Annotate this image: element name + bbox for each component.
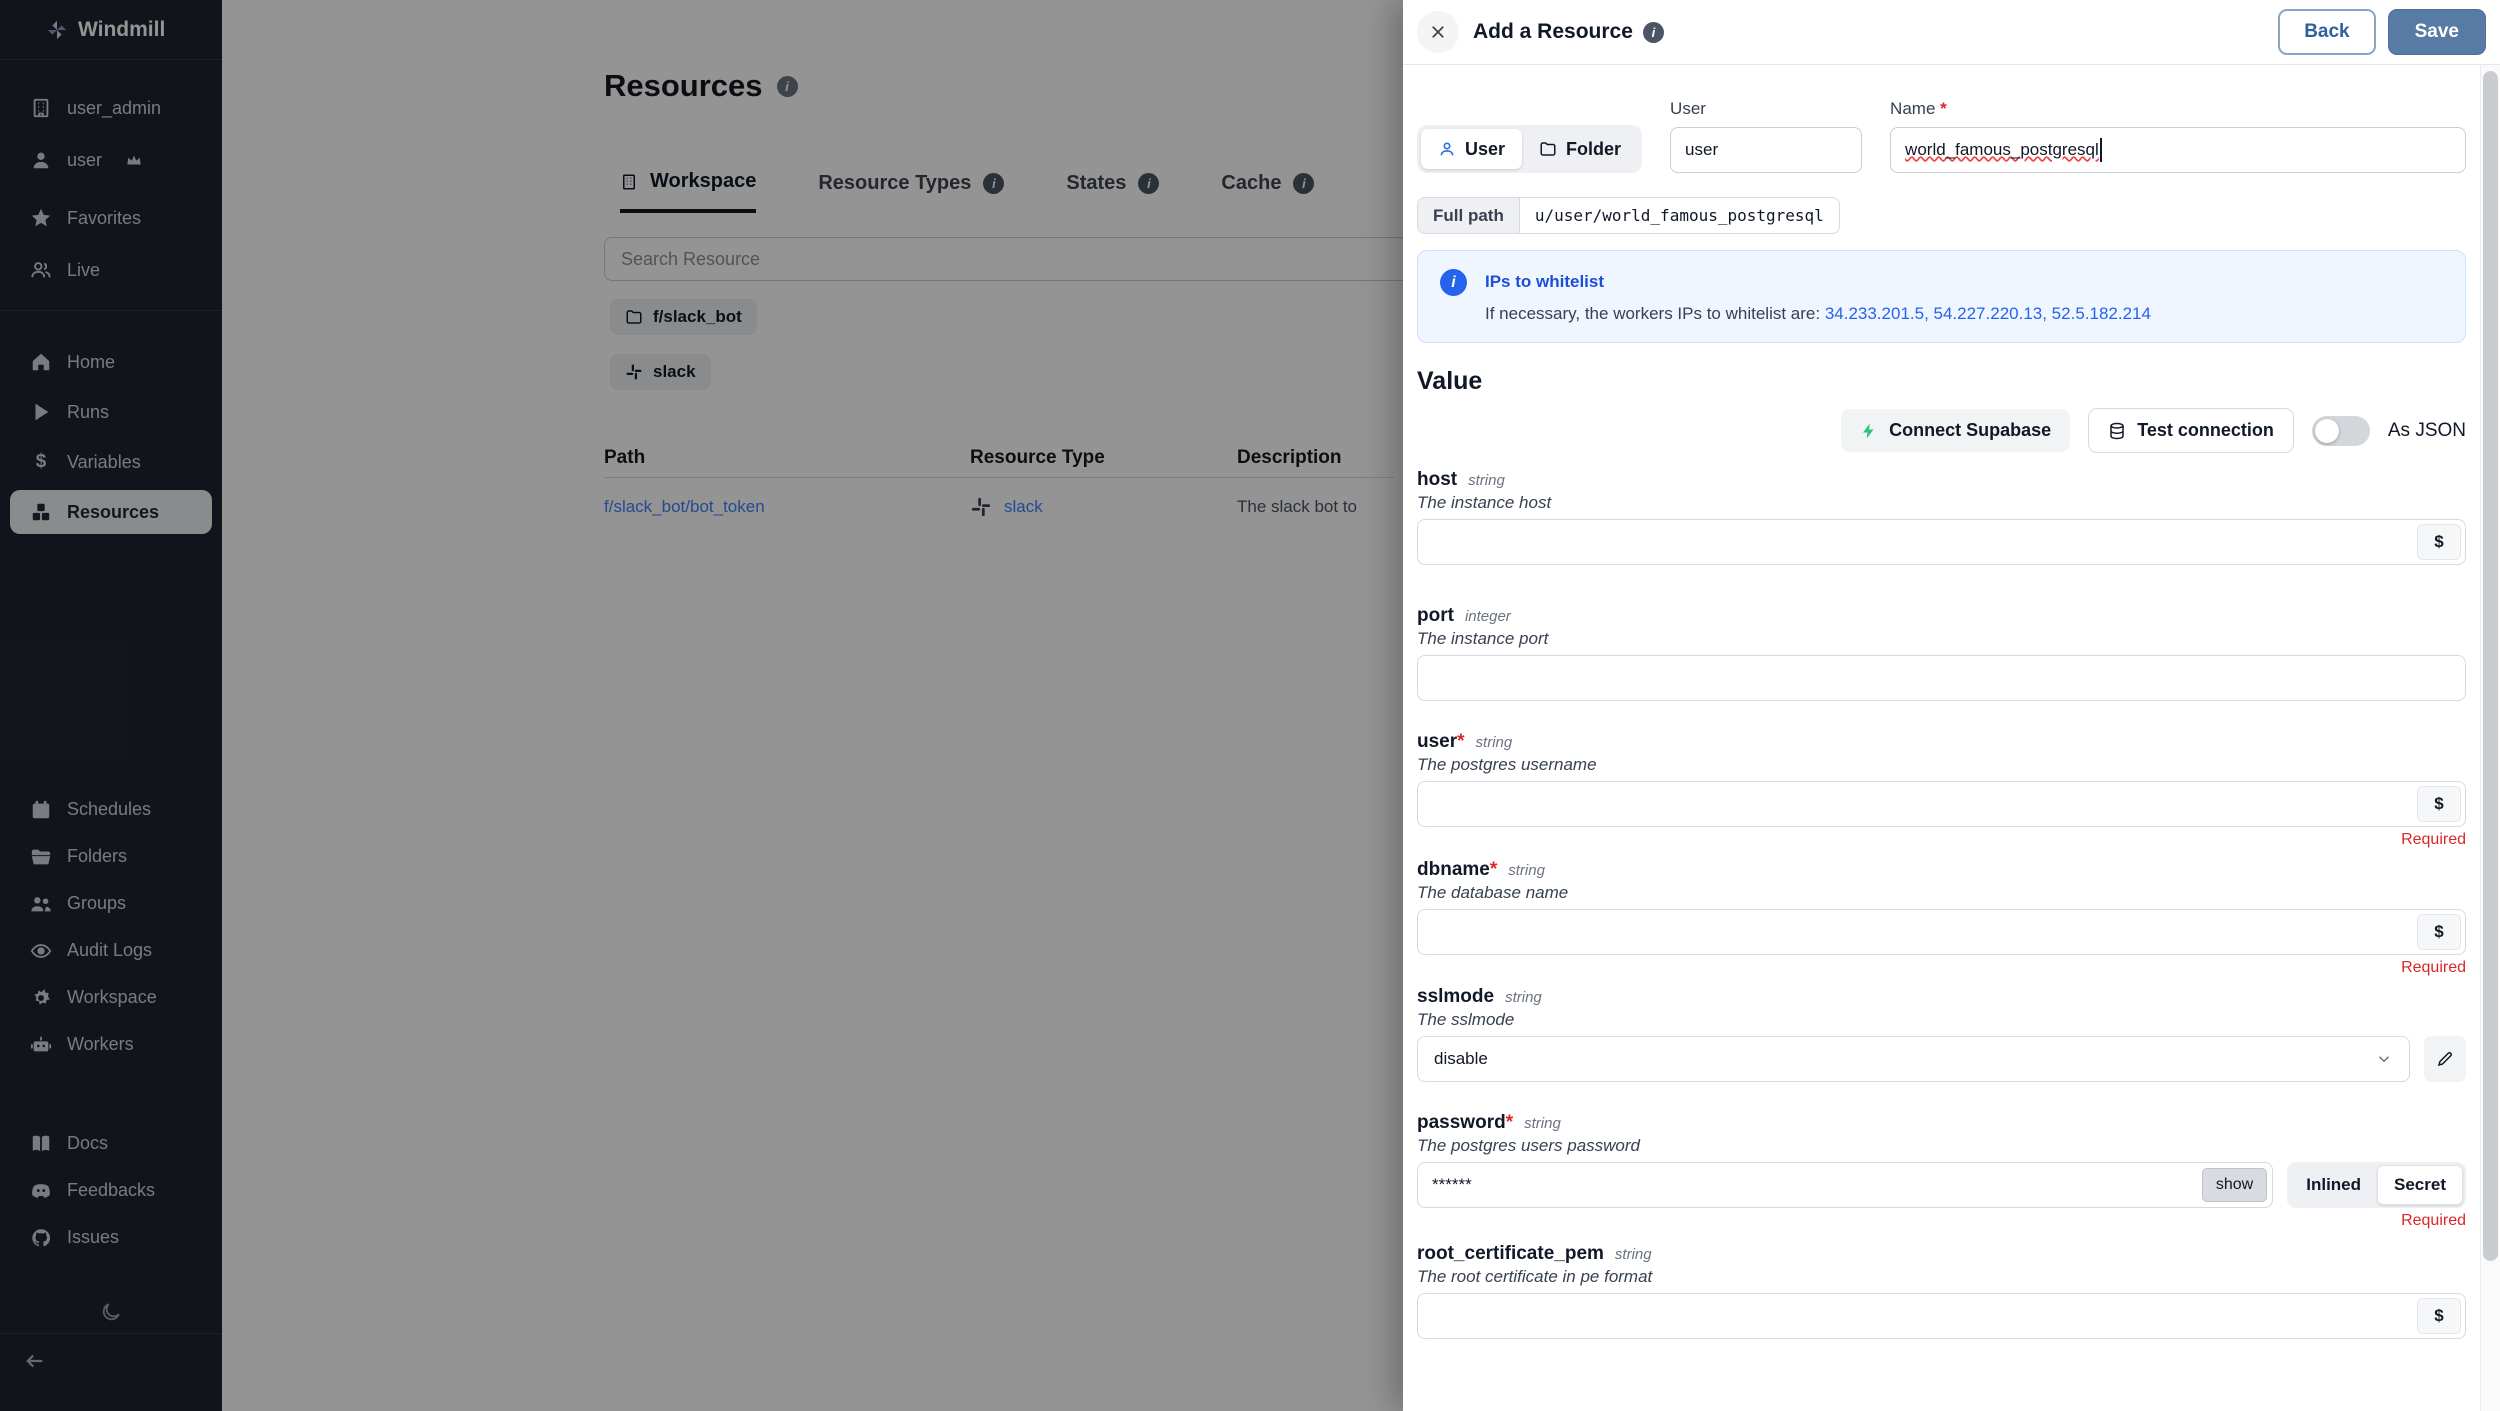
owner-user-segment[interactable]: User (1421, 129, 1522, 169)
value-section-title: Value (1417, 367, 2466, 396)
text-cursor (2100, 138, 2102, 162)
field-name: port (1417, 605, 1454, 627)
host-input[interactable] (1417, 519, 2466, 565)
save-button[interactable]: Save (2388, 9, 2486, 55)
screen: Windmill user_admin user Favorites Live (0, 0, 2500, 1411)
whitelist-ips: 34.233.201.5, 54.227.220.13, 52.5.182.21… (1825, 304, 2151, 323)
info-icon[interactable] (1643, 22, 1664, 43)
full-path-label: Full path (1418, 198, 1520, 233)
info-icon (1440, 269, 1467, 296)
as-json-label: As JSON (2388, 420, 2466, 442)
full-path: Full path u/user/world_famous_postgresql (1417, 197, 1840, 234)
as-json-toggle[interactable] (2312, 416, 2370, 446)
sslmode-selected-value: disable (1434, 1049, 1488, 1069)
show-password-button[interactable]: show (2202, 1168, 2267, 1202)
connect-supabase-button[interactable]: Connect Supabase (1841, 409, 2070, 452)
edit-enum-button[interactable] (2424, 1036, 2466, 1082)
value-actions: Connect Supabase Test connection As JSON (1417, 408, 2466, 453)
field-type: integer (1465, 608, 1511, 625)
required-asterisk: * (1940, 99, 1947, 118)
field-type: string (1476, 734, 1513, 751)
insert-variable-button[interactable]: $ (2417, 786, 2461, 822)
field-name: sslmode (1417, 986, 1494, 1008)
secret-segment[interactable]: Secret (2377, 1165, 2463, 1205)
field-type: string (1615, 1246, 1652, 1263)
insert-variable-button[interactable]: $ (2417, 524, 2461, 560)
field-name: user* (1417, 731, 1465, 753)
name-field-label: Name * (1890, 99, 2466, 119)
drawer-header: Add a Resource Back Save (1403, 0, 2500, 65)
root-certificate-input[interactable] (1417, 1293, 2466, 1339)
close-button[interactable] (1417, 11, 1459, 53)
user-field-label: User (1670, 99, 1862, 119)
toggle-knob (2315, 419, 2339, 443)
field-dbname: dbname* string The database name $ Requir… (1417, 859, 2466, 979)
field-description: The instance host (1417, 493, 2466, 513)
field-user: user* string The postgres username $ Requ… (1417, 731, 2466, 851)
field-description: The database name (1417, 883, 2466, 903)
insert-variable-button[interactable]: $ (2417, 914, 2461, 950)
full-path-value: u/user/world_famous_postgresql (1520, 198, 1839, 233)
scrollbar-thumb[interactable] (2483, 71, 2498, 1261)
close-icon (1429, 23, 1447, 41)
field-description: The root certificate in pe format (1417, 1267, 2466, 1287)
modal-overlay[interactable] (0, 0, 1403, 1411)
test-connection-button[interactable]: Test connection (2088, 408, 2294, 453)
secret-mode-toggle: Inlined Secret (2287, 1162, 2466, 1208)
field-sslmode: sslmode string The sslmode disable (1417, 986, 2466, 1082)
field-name: host (1417, 469, 1457, 491)
field-host: host string The instance host $ (1417, 469, 2466, 565)
connect-supabase-label: Connect Supabase (1889, 420, 2051, 441)
database-icon (2108, 422, 2126, 440)
owner-user-label: User (1465, 139, 1505, 160)
ips-whitelist-infobox: IPs to whitelist If necessary, the worke… (1417, 250, 2466, 343)
inlined-segment[interactable]: Inlined (2290, 1165, 2377, 1205)
field-description: The postgres username (1417, 755, 2466, 775)
owner-folder-label: Folder (1566, 139, 1621, 160)
port-input[interactable] (1417, 655, 2466, 701)
name-field-input[interactable]: world_famous_postgresql (1890, 127, 2466, 173)
infobox-title: IPs to whitelist (1485, 272, 2151, 292)
field-description: The instance port (1417, 629, 2466, 649)
field-name: password* (1417, 1112, 1513, 1134)
required-hint: Required (1417, 831, 2466, 851)
owner-folder-segment[interactable]: Folder (1522, 129, 1638, 169)
infobox-text: If necessary, the workers IPs to whiteli… (1485, 304, 2151, 324)
required-hint: Required (1417, 959, 2466, 979)
field-type: string (1468, 472, 1505, 489)
field-description: The postgres users password (1417, 1136, 2466, 1156)
add-resource-drawer: Add a Resource Back Save User Folder (1403, 0, 2500, 1411)
insert-variable-button[interactable]: $ (2417, 1298, 2461, 1334)
required-asterisk: * (1457, 731, 1464, 752)
field-description: The sslmode (1417, 1010, 2466, 1030)
field-type: string (1524, 1115, 1561, 1132)
dbname-input[interactable] (1417, 909, 2466, 955)
user-icon (1438, 140, 1456, 158)
field-root-certificate-pem: root_certificate_pem string The root cert… (1417, 1243, 2466, 1339)
test-connection-label: Test connection (2137, 420, 2274, 441)
field-port: port integer The instance port (1417, 605, 2466, 701)
owner-kind-toggle: User Folder (1417, 125, 1642, 173)
password-input[interactable] (1417, 1162, 2273, 1208)
field-password: password* string The postgres users passw… (1417, 1112, 2466, 1232)
pencil-icon (2436, 1050, 2454, 1068)
drawer-body: User Folder User Name * world_famous_pos… (1403, 99, 2500, 1411)
pg-user-input[interactable] (1417, 781, 2466, 827)
chevron-down-icon (2375, 1050, 2393, 1068)
folder-icon (1539, 140, 1557, 158)
bolt-icon (1860, 422, 1878, 440)
field-name: dbname* (1417, 859, 1497, 881)
required-hint: Required (1417, 1212, 2466, 1232)
sslmode-select[interactable]: disable (1417, 1036, 2410, 1082)
user-field-input[interactable] (1670, 127, 1862, 173)
name-field-value: world_famous_postgresql (1905, 140, 2099, 160)
field-name: root_certificate_pem (1417, 1243, 1604, 1265)
field-type: string (1508, 862, 1545, 879)
scrollbar[interactable] (2480, 65, 2500, 1411)
drawer-title: Add a Resource (1473, 20, 1633, 44)
back-button[interactable]: Back (2278, 9, 2375, 55)
required-asterisk: * (1506, 1112, 1513, 1133)
required-asterisk: * (1490, 859, 1497, 880)
field-type: string (1505, 989, 1542, 1006)
